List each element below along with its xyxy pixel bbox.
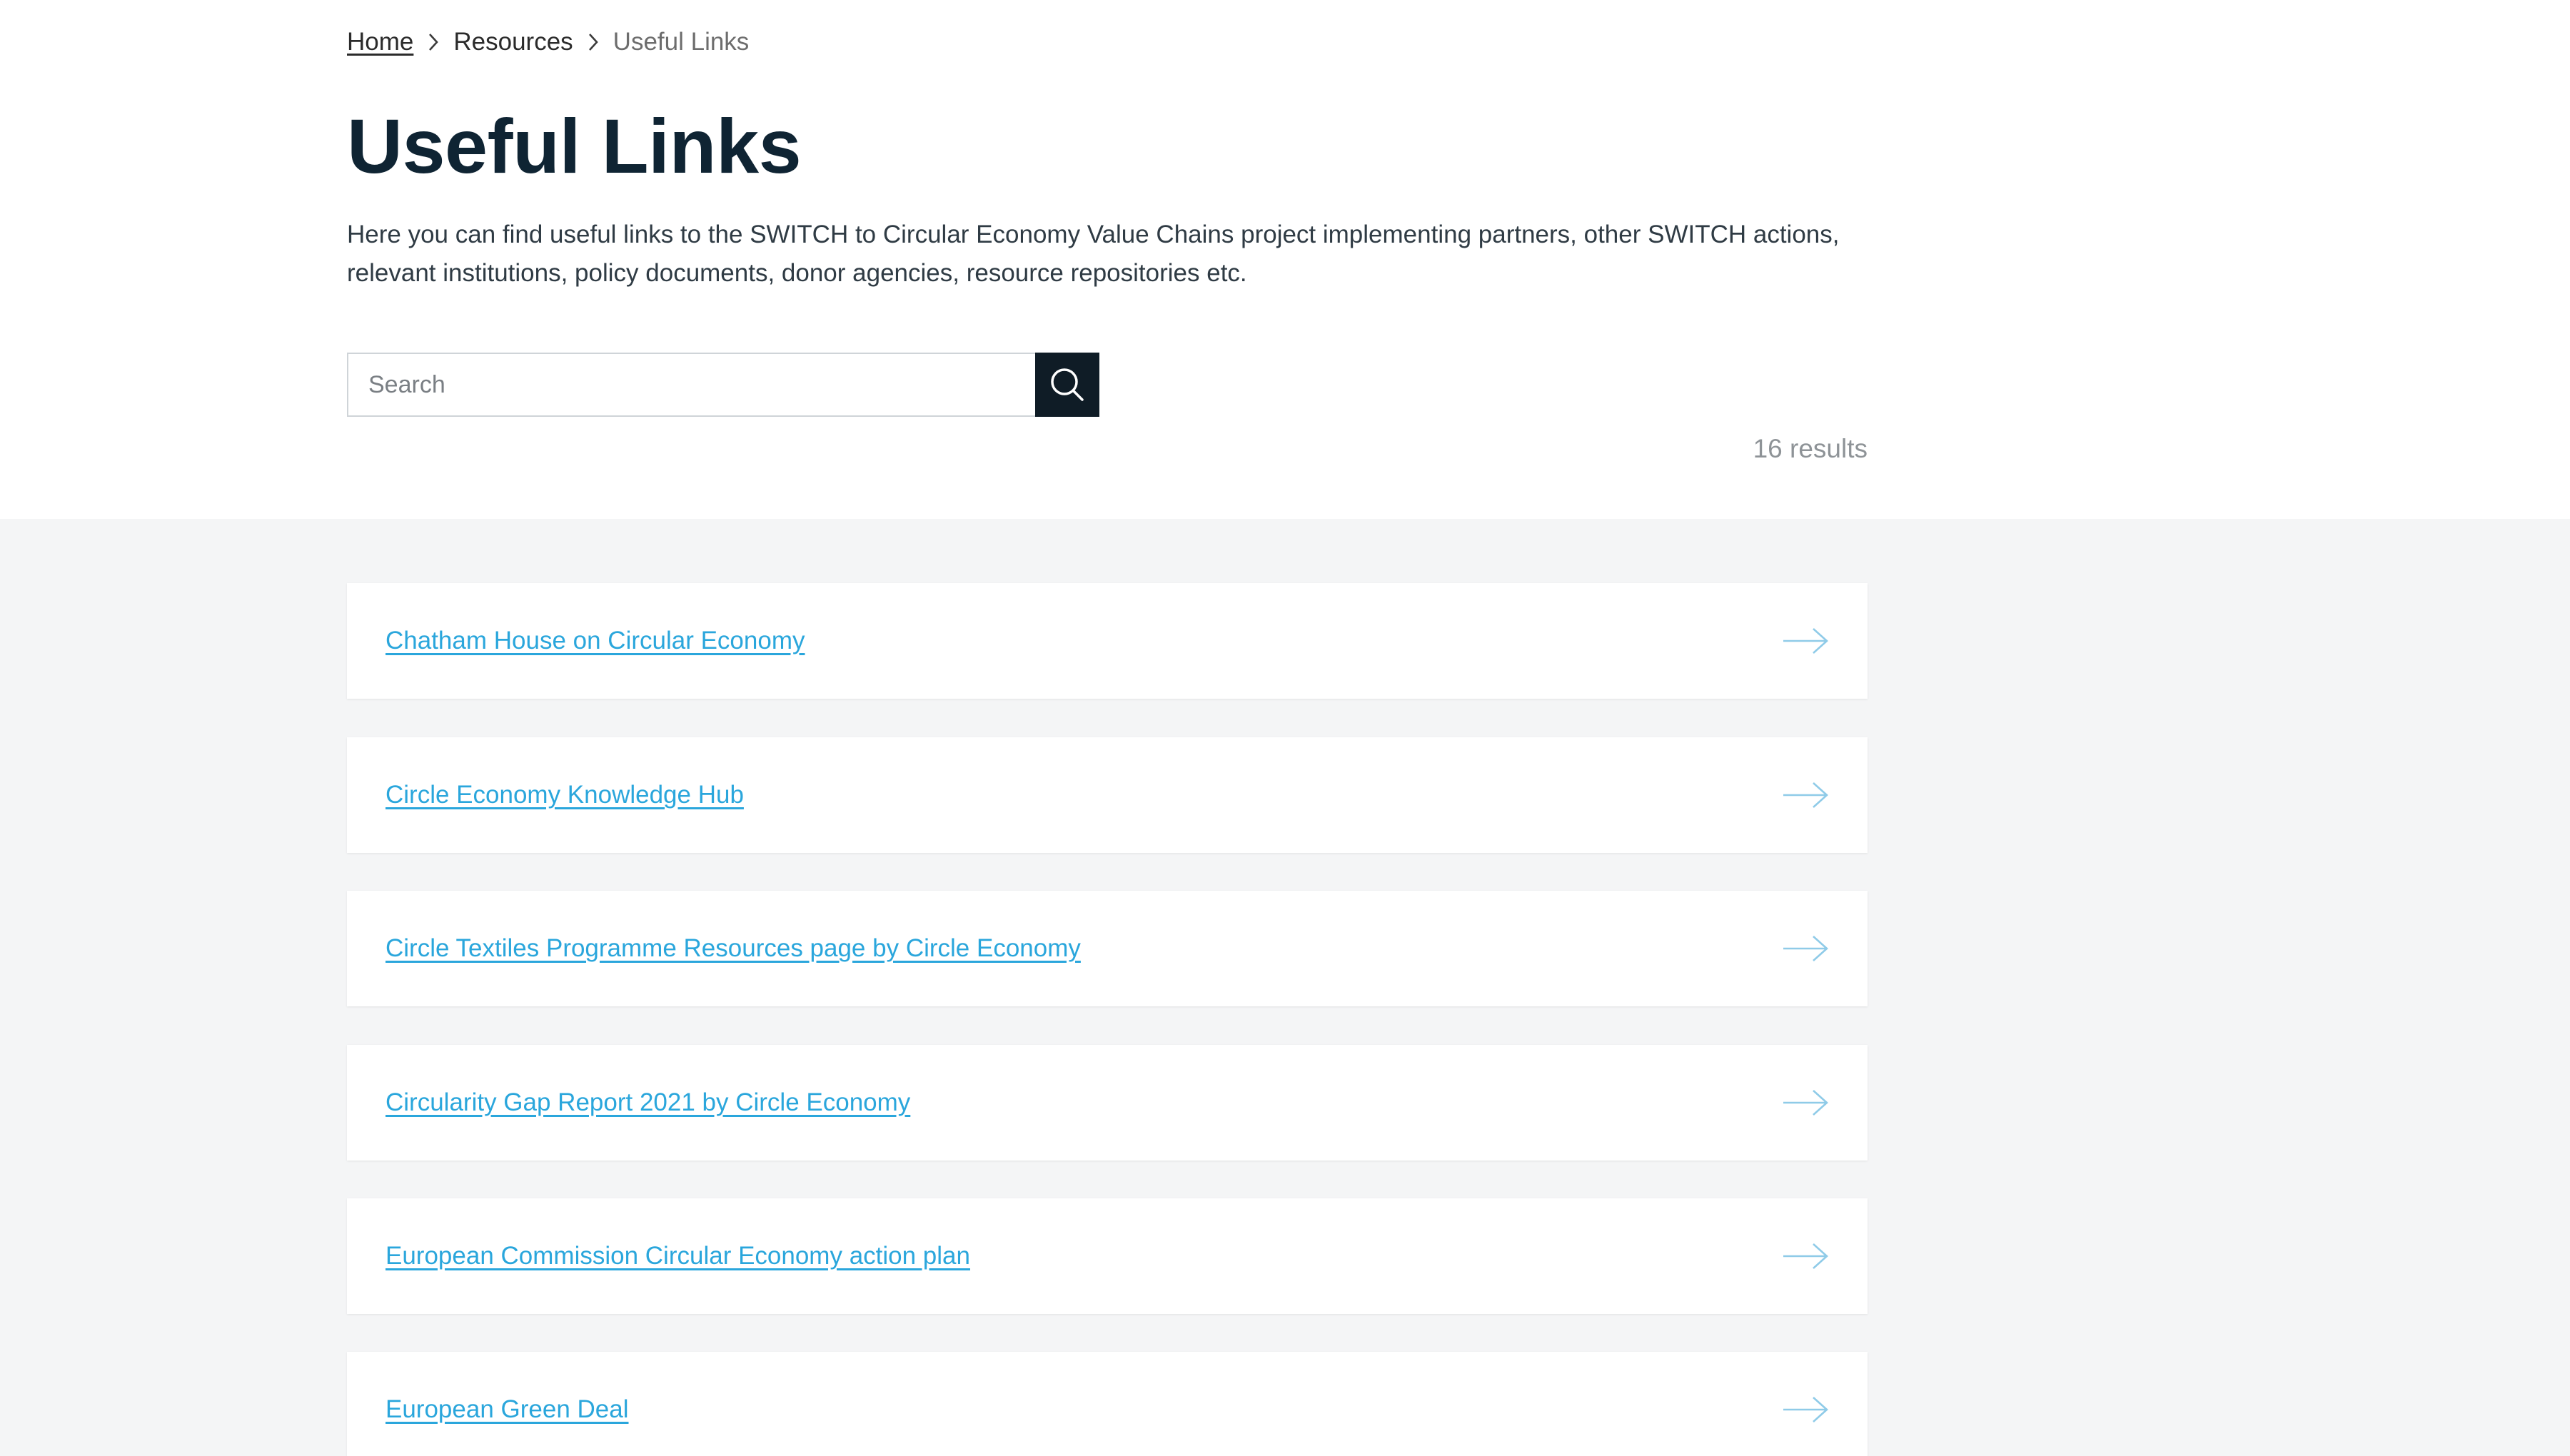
breadcrumb-current: Useful Links [613, 28, 750, 56]
search-form [347, 353, 1099, 417]
search-input[interactable] [347, 353, 1035, 417]
list-item[interactable]: European Commission Circular Economy act… [347, 1198, 1868, 1314]
arrow-right-icon[interactable] [1782, 934, 1829, 963]
link-circularity-gap-report[interactable]: Circularity Gap Report 2021 by Circle Ec… [386, 1088, 910, 1117]
link-chatham-house[interactable]: Chatham House on Circular Economy [386, 627, 805, 655]
link-circle-textiles-programme[interactable]: Circle Textiles Programme Resources page… [386, 934, 1081, 963]
breadcrumb-resources[interactable]: Resources [453, 28, 573, 56]
list-item[interactable]: European Green Deal [347, 1352, 1868, 1456]
results-count: 16 results [1753, 434, 1868, 463]
chevron-right-icon [418, 26, 449, 59]
list-item[interactable]: Circle Textiles Programme Resources page… [347, 891, 1868, 1006]
list-item[interactable]: Circle Economy Knowledge Hub [347, 737, 1868, 853]
chevron-right-icon [578, 26, 609, 59]
arrow-right-icon[interactable] [1782, 627, 1829, 655]
list-item[interactable]: Circularity Gap Report 2021 by Circle Ec… [347, 1045, 1868, 1161]
search-icon [1046, 363, 1089, 406]
link-ec-circular-economy-action-plan[interactable]: European Commission Circular Economy act… [386, 1242, 970, 1270]
intro-line-2: relevant institutions, policy documents,… [347, 259, 1247, 287]
page-title: Useful Links [347, 103, 802, 189]
arrow-right-icon[interactable] [1782, 781, 1829, 809]
link-circle-economy-knowledge-hub[interactable]: Circle Economy Knowledge Hub [386, 781, 744, 809]
intro-line-1: Here you can find useful links to the SW… [347, 221, 1840, 248]
page-intro: Here you can find useful links to the SW… [347, 216, 1868, 293]
search-button[interactable] [1035, 353, 1099, 417]
arrow-right-icon[interactable] [1782, 1088, 1829, 1117]
breadcrumb-home-link[interactable]: Home [347, 28, 413, 56]
list-item[interactable]: Chatham House on Circular Economy [347, 583, 1868, 699]
breadcrumb: Home Resources Useful Links [347, 26, 749, 59]
link-european-green-deal[interactable]: European Green Deal [386, 1395, 629, 1424]
arrow-right-icon[interactable] [1782, 1395, 1829, 1424]
arrow-right-icon[interactable] [1782, 1242, 1829, 1270]
page: Home Resources Useful Links Useful Links… [0, 0, 2570, 1456]
